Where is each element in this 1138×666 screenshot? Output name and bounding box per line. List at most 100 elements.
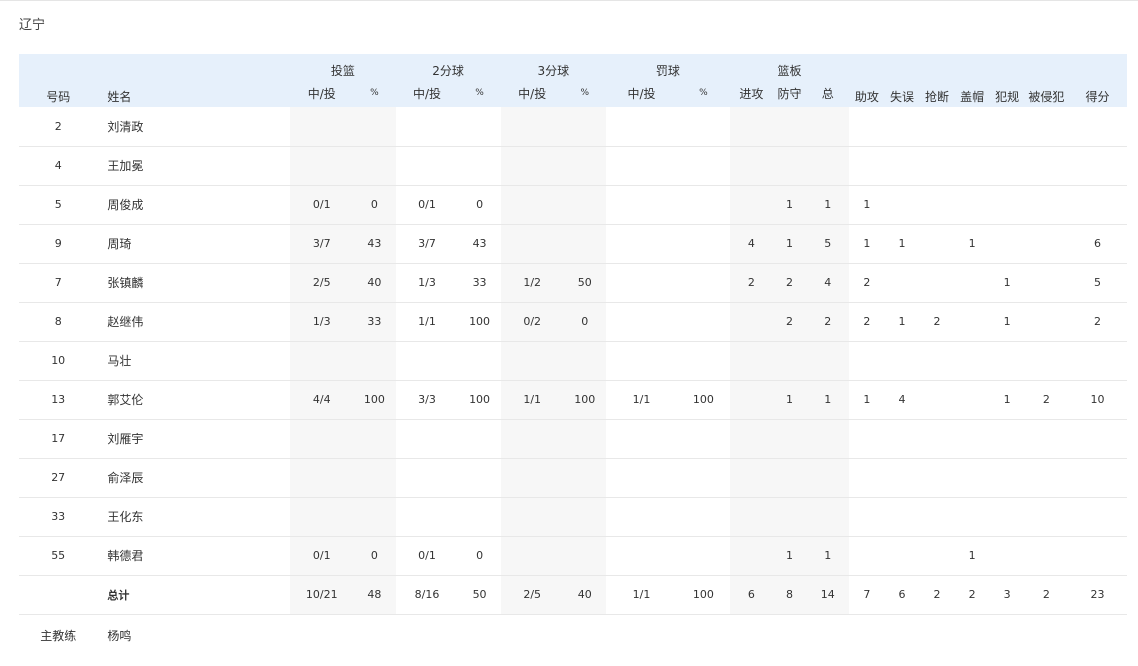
fouled — [1024, 146, 1068, 186]
points — [1068, 107, 1127, 147]
header-steals: 抢断 — [925, 90, 950, 104]
three-pct — [563, 185, 606, 225]
two-pct: 100 — [458, 380, 501, 420]
def-reb — [773, 107, 807, 147]
coach-filler — [290, 614, 1127, 666]
three-made-att — [500, 185, 564, 225]
def-reb: 1 — [773, 224, 807, 264]
header-tot-reb: 总 — [821, 86, 834, 101]
three-made-att — [500, 536, 564, 576]
fg-pct — [353, 107, 396, 147]
fg-made-att — [290, 497, 354, 537]
points — [1068, 458, 1127, 498]
fg-made-att: 0/1 — [290, 185, 354, 225]
steals: 2 — [919, 575, 955, 615]
fouled — [1024, 341, 1068, 381]
player-number: 9 — [19, 224, 98, 264]
off-reb: 2 — [729, 263, 774, 303]
table-row: 9 周琦 3/7 43 3/7 43 4 1 5 1 1 1 6 — [19, 224, 1127, 264]
header-ft-made-att: 中/投 — [627, 86, 656, 101]
assists: 2 — [849, 302, 885, 342]
three-made-att — [500, 497, 564, 537]
three-pct — [563, 458, 606, 498]
two-made-att — [395, 458, 459, 498]
tot-reb: 1 — [806, 536, 850, 576]
two-made-att: 1/3 — [395, 263, 459, 303]
two-pct — [458, 497, 501, 537]
header-name: 姓名 — [107, 90, 132, 104]
ft-made-att — [605, 536, 678, 576]
fouls: 1 — [989, 302, 1025, 342]
ft-pct — [677, 224, 730, 264]
player-name: 周俊成 — [97, 185, 291, 225]
header-fouled: 被侵犯 — [1028, 90, 1065, 104]
fg-pct: 0 — [353, 536, 396, 576]
fg-pct: 48 — [353, 575, 396, 615]
header-assists: 助攻 — [854, 90, 879, 104]
three-pct — [563, 341, 606, 381]
fg-made-att: 4/4 — [290, 380, 354, 420]
fouled: 2 — [1024, 380, 1068, 420]
three-made-att: 0/2 — [500, 302, 564, 342]
steals — [919, 263, 955, 303]
fg-pct — [353, 419, 396, 459]
ft-made-att — [605, 224, 678, 264]
header-reb-group: 篮板 — [777, 64, 802, 78]
def-reb: 1 — [773, 380, 807, 420]
coach-label: 主教练 — [40, 628, 77, 643]
three-made-att: 1/2 — [500, 263, 564, 303]
off-reb: 6 — [729, 575, 774, 615]
steals — [919, 419, 955, 459]
turnovers — [884, 497, 920, 537]
steals — [919, 224, 955, 264]
two-pct — [458, 107, 501, 147]
assists: 1 — [849, 380, 885, 420]
ft-made-att — [605, 146, 678, 186]
assists — [849, 341, 885, 381]
def-reb: 1 — [773, 536, 807, 576]
blocks: 2 — [954, 575, 990, 615]
blocks — [954, 263, 990, 303]
turnovers — [884, 146, 920, 186]
fg-made-att — [290, 419, 354, 459]
off-reb — [729, 458, 774, 498]
ft-made-att — [605, 185, 678, 225]
turnovers: 1 — [884, 224, 920, 264]
steals: 2 — [919, 302, 955, 342]
ft-pct — [677, 146, 730, 186]
fg-pct: 0 — [353, 185, 396, 225]
player-name: 王化东 — [97, 497, 291, 537]
header-ft-pct: % — [699, 88, 708, 98]
player-number: 13 — [19, 380, 98, 420]
header-number: 号码 — [46, 90, 71, 104]
fouled — [1024, 419, 1068, 459]
blocks — [954, 107, 990, 147]
blocks — [954, 146, 990, 186]
turnovers — [884, 185, 920, 225]
off-reb — [729, 302, 774, 342]
def-reb — [773, 419, 807, 459]
ft-made-att: 1/1 — [605, 380, 678, 420]
header-row-groups: 号码 姓名 投篮 2分球 3分球 罚球 篮板 助攻 失误 抢断 盖帽 犯规 被侵… — [19, 54, 1127, 104]
three-pct: 50 — [563, 263, 606, 303]
def-reb — [773, 458, 807, 498]
fouled — [1024, 458, 1068, 498]
ft-made-att: 1/1 — [605, 575, 678, 615]
two-made-att: 0/1 — [395, 185, 459, 225]
ft-pct — [677, 497, 730, 537]
fg-made-att — [290, 341, 354, 381]
three-made-att — [500, 146, 564, 186]
table-row: 5 周俊成 0/1 0 0/1 0 1 1 1 — [19, 185, 1127, 225]
blocks — [954, 185, 990, 225]
stats-table: 号码 姓名 投篮 2分球 3分球 罚球 篮板 助攻 失误 抢断 盖帽 犯规 被侵… — [19, 54, 1127, 666]
blocks — [954, 341, 990, 381]
tot-reb: 1 — [806, 380, 850, 420]
fouls — [989, 107, 1025, 147]
def-reb: 2 — [773, 263, 807, 303]
team-name: 辽宁 — [19, 18, 46, 33]
turnovers — [884, 107, 920, 147]
turnovers — [884, 263, 920, 303]
three-pct — [563, 107, 606, 147]
def-reb — [773, 146, 807, 186]
fg-made-att: 0/1 — [290, 536, 354, 576]
